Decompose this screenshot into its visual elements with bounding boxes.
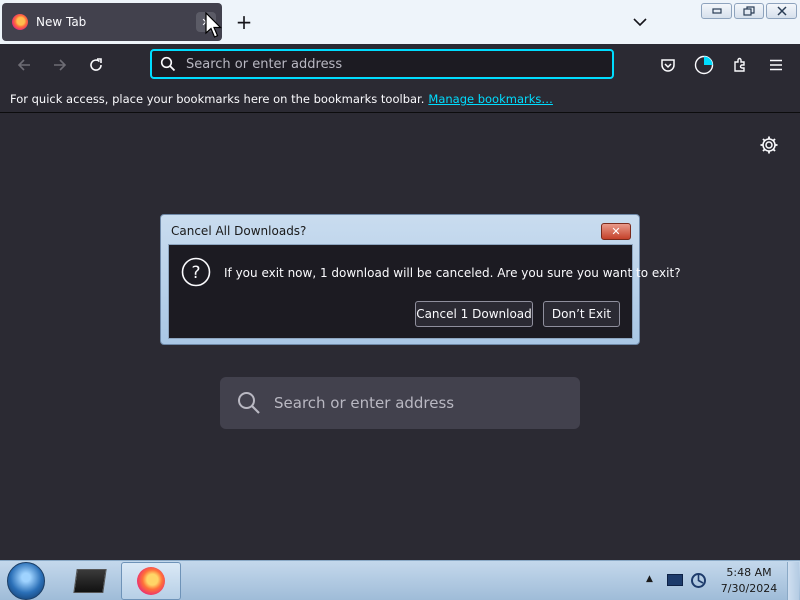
firefox-icon	[12, 14, 28, 30]
forward-button[interactable]	[48, 53, 72, 77]
dialog-close-button[interactable]: ✕	[601, 223, 631, 240]
window-close-button[interactable]	[766, 3, 797, 19]
show-desktop-button[interactable]	[787, 562, 799, 600]
new-tab-button[interactable]: +	[232, 10, 256, 34]
clock-time: 5:48 AM	[726, 566, 772, 579]
sync-icon[interactable]	[690, 572, 707, 589]
dont-exit-button[interactable]: Don’t Exit	[543, 301, 620, 327]
cancel-download-button[interactable]: Cancel 1 Download	[415, 301, 533, 327]
chevron-down-icon	[633, 17, 647, 26]
window-restore-button[interactable]	[734, 3, 764, 19]
taskbar-app-firefox[interactable]	[121, 562, 181, 600]
firefox-icon	[137, 567, 165, 595]
dialog-message: If you exit now, 1 download will be canc…	[224, 266, 681, 280]
bookmarks-toolbar: For quick access, place your bookmarks h…	[0, 86, 800, 113]
account-icon	[694, 55, 714, 75]
tab-close-button[interactable]: ✕	[196, 12, 216, 32]
taskbar-clock[interactable]: 5:48 AM 7/30/2024	[715, 565, 783, 597]
menu-icon	[770, 59, 782, 71]
dialog-body: ? If you exit now, 1 download will be ca…	[168, 244, 681, 339]
minimize-icon	[711, 8, 722, 14]
back-arrow-icon	[17, 59, 30, 71]
terminal-icon	[73, 569, 107, 593]
search-icon	[238, 392, 260, 414]
page-search-placeholder: Search or enter address	[274, 394, 455, 412]
window-minimize-button[interactable]	[701, 3, 732, 19]
pocket-icon	[661, 59, 675, 72]
forward-arrow-icon	[54, 59, 67, 71]
network-icon[interactable]	[667, 574, 683, 586]
tab-new-tab[interactable]: New Tab ✕	[2, 3, 222, 41]
account-button[interactable]	[692, 53, 716, 77]
clock-date: 7/30/2024	[720, 582, 778, 595]
extensions-icon	[734, 57, 745, 72]
close-icon	[776, 6, 787, 16]
back-button[interactable]	[12, 53, 36, 77]
url-bar[interactable]	[150, 49, 614, 79]
bookmarks-empty-message: For quick access, place your bookmarks h…	[10, 92, 425, 106]
dialog-title: Cancel All Downloads?	[171, 224, 307, 238]
question-icon: ?	[181, 257, 211, 287]
tray-overflow-chevron[interactable]: ▲	[646, 574, 653, 584]
manage-bookmarks-link[interactable]: Manage bookmarks…	[428, 92, 553, 106]
extensions-button[interactable]	[728, 53, 752, 77]
save-to-pocket-button[interactable]	[656, 53, 680, 77]
url-input[interactable]	[186, 56, 612, 72]
navigation-toolbar	[0, 44, 800, 86]
taskbar-app-terminal[interactable]	[64, 563, 116, 599]
tab-strip: New Tab ✕ +	[0, 0, 800, 44]
cancel-downloads-dialog: Cancel All Downloads? ✕ ? If you exit no…	[160, 214, 681, 345]
restore-icon	[743, 6, 755, 16]
reload-icon	[90, 58, 102, 71]
svg-text:?: ?	[191, 263, 200, 283]
gear-icon[interactable]	[759, 135, 779, 155]
list-all-tabs-button[interactable]	[628, 10, 652, 34]
tab-title: New Tab	[36, 15, 87, 29]
page-search-box[interactable]: Search or enter address	[220, 377, 580, 429]
reload-button[interactable]	[84, 53, 108, 77]
windows-taskbar: ▲ 5:48 AM 7/30/2024	[0, 560, 800, 600]
windows-start-icon[interactable]	[7, 562, 45, 600]
app-menu-button[interactable]	[764, 53, 788, 77]
search-icon	[160, 56, 176, 72]
